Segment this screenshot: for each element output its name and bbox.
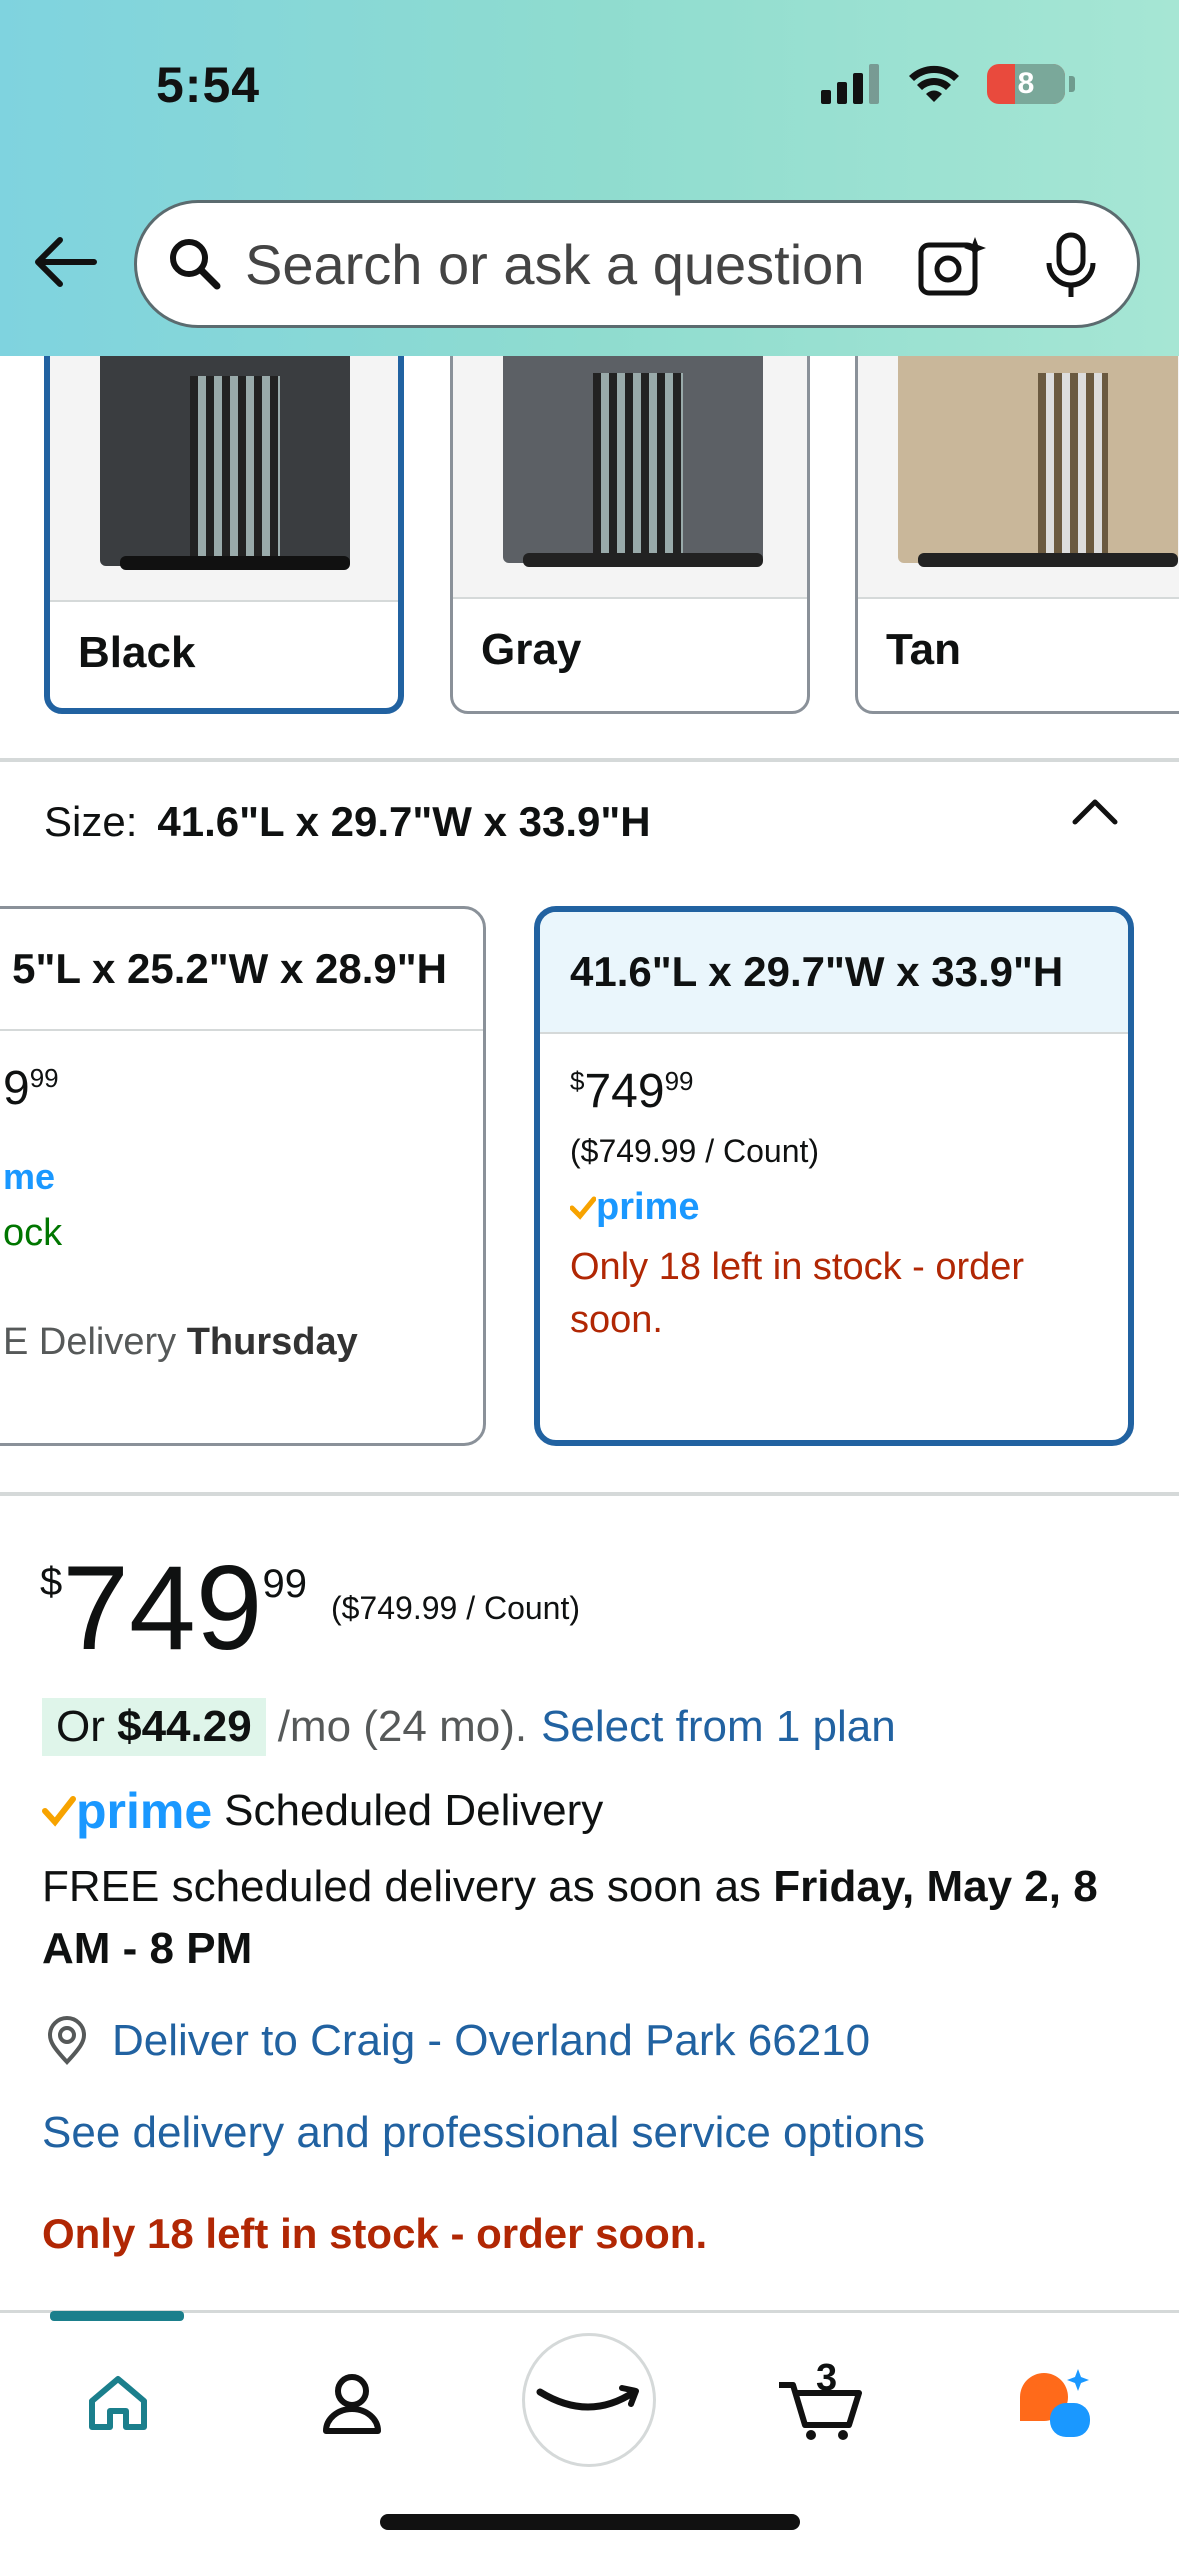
delivery-prefix: FREE scheduled delivery as soon as: [42, 1862, 774, 1911]
size-option-price: 999: [3, 1061, 453, 1116]
prime-badge: prime: [570, 1186, 1098, 1229]
nav-cart[interactable]: 3: [770, 2353, 870, 2453]
product-price: $ 749 99 ($749.99 / Count): [40, 1548, 580, 1668]
home-indicator: [380, 2514, 800, 2530]
currency-symbol: $: [40, 1560, 63, 1604]
stock-status: Only 18 left in stock - order soon.: [570, 1246, 1025, 1342]
size-option-title: 41.6"L x 29.7"W x 33.9"H: [540, 912, 1128, 1034]
price-whole: 749: [584, 1065, 665, 1118]
size-key: Size:: [44, 798, 138, 845]
color-option-gray[interactable]: Gray: [450, 300, 810, 714]
price-fraction: 99: [29, 1063, 59, 1093]
scheduled-delivery-header: prime Scheduled Delivery: [42, 1782, 603, 1840]
unit-price: ($749.99 / Count): [570, 1133, 820, 1169]
active-tab-indicator: [50, 2311, 184, 2321]
cart-count: 3: [816, 2357, 838, 2399]
or-text: Or: [56, 1702, 118, 1751]
divider: [0, 758, 1179, 762]
size-option-title: 5"L x 25.2"W x 28.9"H: [0, 909, 483, 1031]
status-icons: 8: [821, 64, 1075, 104]
size-value: 41.6"L x 29.7"W x 33.9"H: [157, 798, 651, 845]
nav-account[interactable]: [302, 2353, 402, 2453]
monthly-price-badge: Or $44.29: [42, 1698, 266, 1756]
status-time: 5:54: [156, 57, 261, 113]
color-label: Gray: [481, 625, 582, 674]
price-whole: 9: [3, 1062, 30, 1115]
search-input[interactable]: Search or ask a question: [245, 232, 925, 297]
home-icon: [89, 2376, 147, 2430]
currency-symbol: $: [570, 1066, 585, 1096]
color-option-black[interactable]: Black: [44, 300, 404, 714]
delivery-message: FREE scheduled delivery as soon as Frida…: [42, 1856, 1142, 1979]
color-option-tan[interactable]: Tan: [855, 300, 1179, 714]
unit-price: ($749.99 / Count): [330, 1590, 581, 1626]
chevron-up-icon: [1072, 799, 1118, 825]
size-option-dimensions: 41.6"L x 29.7"W x 33.9"H: [570, 948, 1064, 995]
search-icon: [170, 239, 221, 290]
price-fraction: 99: [262, 1562, 307, 1606]
price-fraction: 99: [664, 1066, 694, 1096]
deliver-to-text: Deliver to Craig - Overland Park 66210: [112, 2016, 871, 2065]
monthly-amount: $44.29: [117, 1702, 252, 1751]
arrow-left-icon: [35, 237, 97, 287]
deliver-to-link[interactable]: Deliver to Craig - Overland Park 66210: [42, 2016, 870, 2066]
prime-badge: me: [3, 1156, 56, 1197]
price-whole: 749: [62, 1541, 263, 1675]
stock-status: ock: [3, 1212, 63, 1254]
delivery-prefix: E Delivery: [3, 1321, 187, 1363]
prime-text: prime: [76, 1783, 213, 1839]
payment-plan: Or $44.29 /mo (24 mo). Select from 1 pla…: [42, 1698, 896, 1756]
size-selector-label: Size: 41.6"L x 29.7"W x 33.9"H: [44, 798, 651, 846]
delivery-day: Thursday: [186, 1321, 358, 1363]
delivery-estimate: E Delivery Thursday: [3, 1321, 453, 1364]
size-option-card[interactable]: 5"L x 25.2"W x 28.9"H 999 me ock E Deliv…: [0, 906, 486, 1446]
prime-check-icon: [570, 1196, 596, 1220]
collapse-size-button[interactable]: [1071, 796, 1119, 831]
size-option-dimensions: 5"L x 25.2"W x 28.9"H: [12, 945, 447, 992]
cellular-signal-icon: [821, 64, 879, 104]
wifi-icon: [909, 65, 959, 102]
back-button[interactable]: [34, 230, 98, 294]
color-label: Tan: [886, 625, 961, 674]
color-label: Black: [78, 628, 196, 677]
camera-search-icon[interactable]: [917, 233, 987, 301]
select-plan-link[interactable]: Select from 1 plan: [541, 1702, 896, 1752]
location-pin-icon: [47, 2016, 87, 2065]
search-bar[interactable]: Search or ask a question: [134, 200, 1140, 328]
monthly-term: /mo (24 mo).: [277, 1702, 528, 1751]
battery-icon: 8: [987, 64, 1065, 104]
size-option-price: $74999: [570, 1064, 1098, 1119]
battery-tip: [1069, 76, 1075, 92]
prime-text: prime: [596, 1186, 700, 1228]
divider: [0, 1492, 1179, 1496]
nav-home[interactable]: [68, 2353, 168, 2453]
header-bar: 5:54 8 Search or ask a question: [0, 0, 1179, 356]
rufus-assistant-icon: [1020, 2369, 1090, 2437]
amazon-smile-icon: [536, 2385, 639, 2411]
user-icon: [323, 2374, 381, 2434]
stock-warning: Only 18 left in stock - order soon.: [42, 2210, 708, 2257]
battery-level: 8: [1017, 67, 1035, 100]
nav-amazon[interactable]: [522, 2333, 656, 2467]
scheduled-delivery-label: Scheduled Delivery: [224, 1786, 604, 1835]
prime-check-icon: [42, 1796, 76, 1827]
nav-rufus[interactable]: [1006, 2353, 1106, 2453]
size-option-card-selected[interactable]: 41.6"L x 29.7"W x 33.9"H $74999 ($749.99…: [534, 906, 1134, 1446]
delivery-options-link[interactable]: See delivery and professional service op…: [42, 2108, 925, 2158]
microphone-icon[interactable]: [1043, 231, 1099, 301]
